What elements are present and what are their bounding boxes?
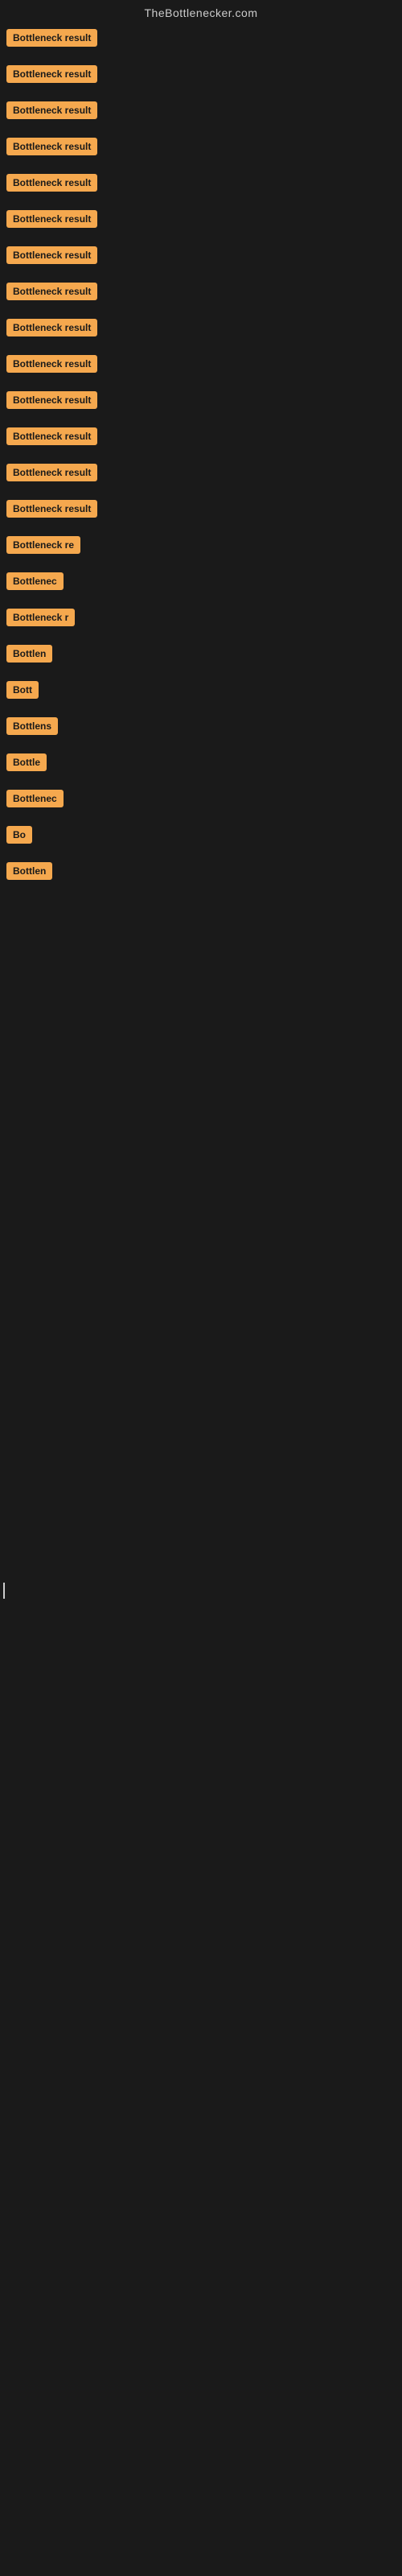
bottleneck-item[interactable]: Bottleneck re — [3, 536, 399, 558]
cursor-line — [3, 1583, 5, 1599]
bottleneck-item[interactable]: Bottlen — [3, 862, 399, 884]
bottleneck-item[interactable]: Bottlenec — [3, 790, 399, 811]
bottleneck-item[interactable]: Bottle — [3, 753, 399, 775]
bottom-area — [0, 898, 402, 1864]
bottleneck-badge[interactable]: Bottleneck result — [6, 29, 97, 47]
bottleneck-item[interactable]: Bottleneck result — [3, 29, 399, 51]
bottleneck-badge[interactable]: Bottleneck result — [6, 246, 97, 264]
page-container: TheBottlenecker.com Bottleneck resultBot… — [0, 0, 402, 1864]
bottleneck-badge[interactable]: Bottleneck result — [6, 319, 97, 336]
bottleneck-item[interactable]: Bott — [3, 681, 399, 703]
content-area: Bottleneck result Bottleneck result Bottle… — [0, 29, 402, 884]
bottleneck-item[interactable]: Bottleneck result — [3, 391, 399, 413]
bottleneck-badge[interactable]: Bottleneck result — [6, 283, 97, 300]
bottleneck-item[interactable]: Bottlenec — [3, 572, 399, 594]
bottleneck-badge[interactable]: Bo — [6, 826, 32, 844]
bottleneck-item[interactable]: Bo — [3, 826, 399, 848]
bottleneck-badge[interactable]: Bottlenec — [6, 572, 64, 590]
bottleneck-badge[interactable]: Bott — [6, 681, 39, 699]
bottleneck-badge[interactable]: Bottleneck result — [6, 427, 97, 445]
bottleneck-item[interactable]: Bottlens — [3, 717, 399, 739]
bottleneck-badge[interactable]: Bottleneck r — [6, 609, 75, 626]
bottleneck-item[interactable]: Bottleneck result — [3, 427, 399, 449]
bottleneck-item[interactable]: Bottleneck result — [3, 138, 399, 159]
bottleneck-item[interactable]: Bottleneck result — [3, 65, 399, 87]
bottleneck-item[interactable]: Bottleneck result — [3, 246, 399, 268]
bottleneck-badge[interactable]: Bottlenec — [6, 790, 64, 807]
bottleneck-item[interactable]: Bottleneck result — [3, 319, 399, 341]
bottleneck-badge[interactable]: Bottleneck result — [6, 464, 97, 481]
bottleneck-badge[interactable]: Bottleneck result — [6, 65, 97, 83]
bottleneck-badge[interactable]: Bottleneck result — [6, 500, 97, 518]
bottleneck-badge[interactable]: Bottleneck result — [6, 174, 97, 192]
bottleneck-item[interactable]: Bottleneck r — [3, 609, 399, 630]
bottleneck-badge[interactable]: Bottlens — [6, 717, 58, 735]
bottleneck-badge[interactable]: Bottleneck result — [6, 138, 97, 155]
bottleneck-badge[interactable]: Bottleneck result — [6, 210, 97, 228]
bottleneck-item[interactable]: Bottlen — [3, 645, 399, 667]
bottleneck-item[interactable]: Bottleneck result — [3, 283, 399, 304]
bottleneck-badge[interactable]: Bottle — [6, 753, 47, 771]
bottleneck-badge[interactable]: Bottleneck re — [6, 536, 80, 554]
site-title: TheBottlenecker.com — [0, 0, 402, 29]
bottleneck-badge[interactable]: Bottleneck result — [6, 355, 97, 373]
bottleneck-item[interactable]: Bottleneck result — [3, 210, 399, 232]
bottleneck-item[interactable]: Bottleneck result — [3, 101, 399, 123]
bottleneck-item[interactable]: Bottleneck result — [3, 355, 399, 377]
bottleneck-badge[interactable]: Bottleneck result — [6, 101, 97, 119]
bottleneck-badge[interactable]: Bottlen — [6, 645, 52, 663]
bottleneck-item[interactable]: Bottleneck result — [3, 500, 399, 522]
bottleneck-badge[interactable]: Bottleneck result — [6, 391, 97, 409]
bottleneck-badge[interactable]: Bottlen — [6, 862, 52, 880]
bottleneck-item[interactable]: Bottleneck result — [3, 174, 399, 196]
bottleneck-item[interactable]: Bottleneck result — [3, 464, 399, 485]
